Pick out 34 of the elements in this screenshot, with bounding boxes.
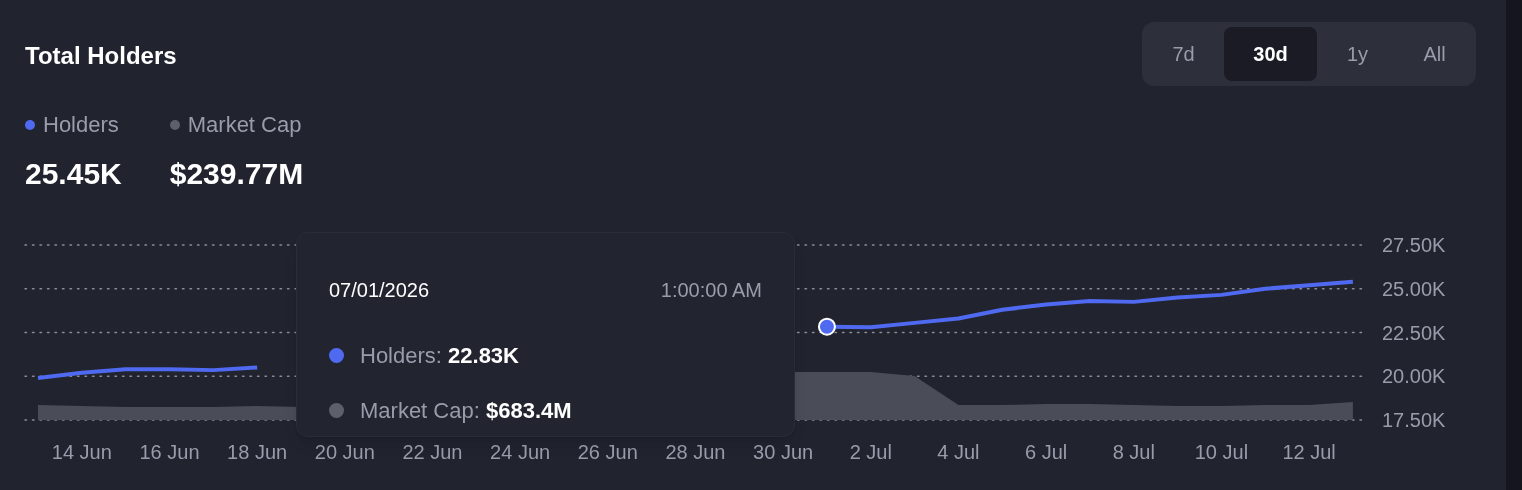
x-axis-label: 4 Jul — [937, 441, 980, 463]
y-axis-label: 20.00K — [1382, 365, 1446, 388]
y-axis-label: 27.50K — [1382, 234, 1446, 256]
x-axis-label: 30 Jun — [753, 441, 814, 463]
card-title: Total Holders — [25, 41, 177, 71]
x-axis-label: 12 Jul — [1282, 441, 1336, 463]
tooltip-date: 07/01/2026 — [329, 278, 430, 303]
y-axis-label: 25.00K — [1382, 277, 1446, 300]
x-axis-label: 18 Jun — [227, 441, 288, 463]
x-axis-label: 24 Jun — [490, 441, 551, 463]
range-tab[interactable]: 7d — [1147, 27, 1220, 81]
data-point — [817, 317, 836, 336]
tooltip-text: Market Cap: $683.4M — [360, 397, 572, 425]
x-axis-label: 8 Jul — [1112, 441, 1155, 463]
x-axis-label: 16 Jun — [139, 441, 200, 463]
x-axis-label: 6 Jul — [1024, 441, 1068, 463]
x-axis-label: 10 Jul — [1194, 441, 1249, 463]
x-axis-label: 14 Jun — [51, 441, 112, 463]
tooltip-time: 1:00:00 AM — [660, 278, 762, 303]
x-axis-label: 20 Jun — [314, 441, 375, 463]
x-axis-label: 28 Jun — [665, 441, 726, 463]
x-axis-label: 22 Jun — [402, 441, 463, 463]
legend-value: 25.45K — [25, 156, 122, 192]
x-axis-label: 26 Jun — [577, 441, 638, 463]
range-tab[interactable]: 30d — [1224, 27, 1317, 81]
y-axis-label: 22.50K — [1382, 321, 1446, 344]
y-axis-label: 17.50K — [1382, 409, 1446, 431]
legend-label: Market Cap — [187, 111, 302, 139]
range-tab[interactable]: 1y — [1321, 27, 1394, 81]
legend-value: $239.77M — [169, 156, 304, 192]
legend-label: Holders — [43, 111, 119, 139]
tooltip-text: Holders: 22.83K — [360, 342, 519, 370]
x-axis-label: 2 Jul — [849, 441, 892, 463]
range-tab[interactable]: All — [1398, 27, 1471, 81]
